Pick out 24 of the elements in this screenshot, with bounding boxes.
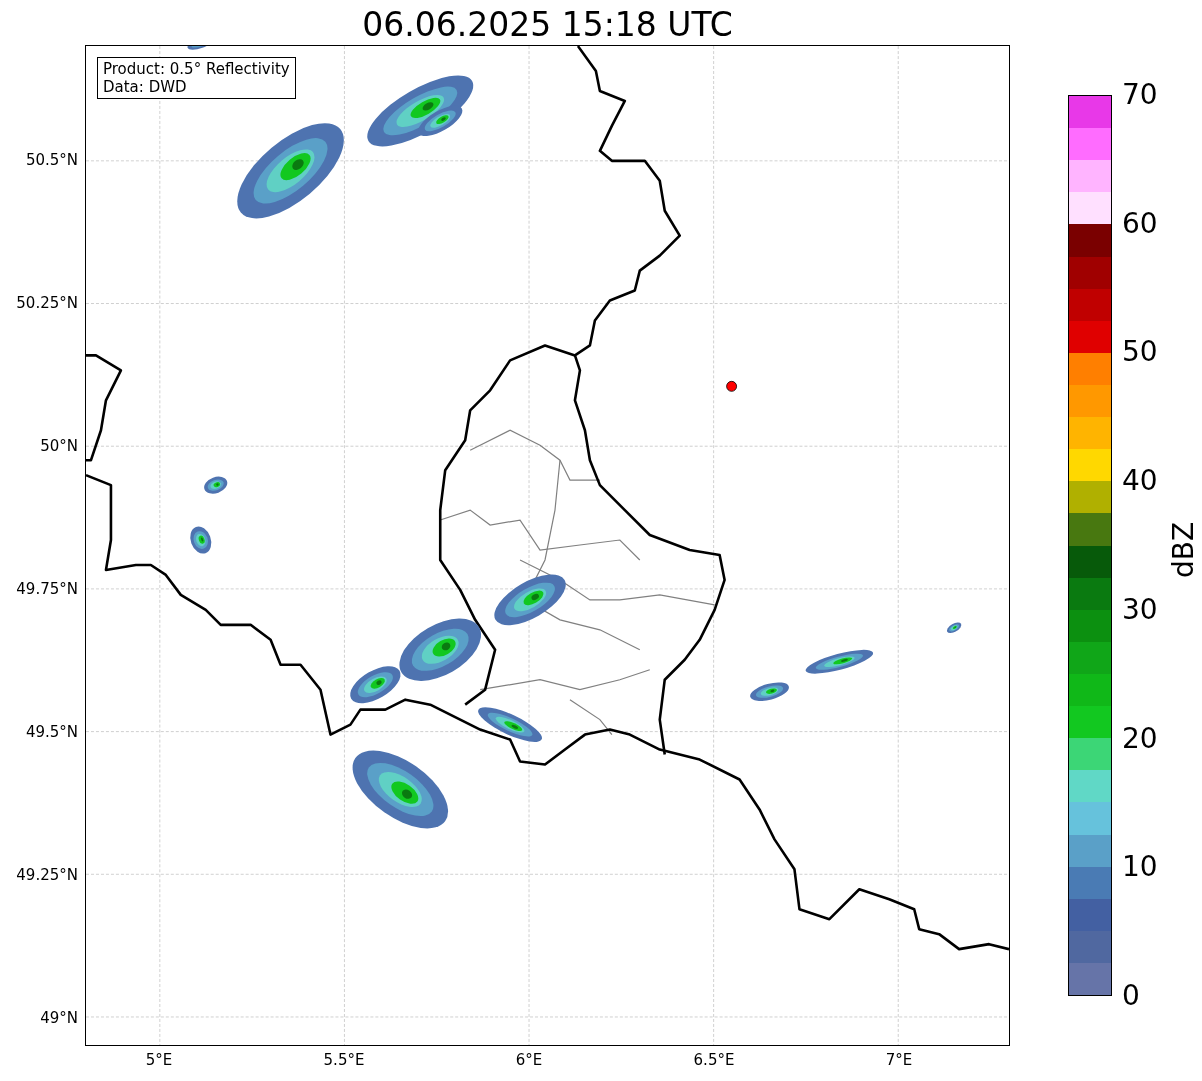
info-text: Data: DWD xyxy=(103,78,188,96)
latitude-label: 49°N xyxy=(40,1009,78,1027)
info-text: Product: 0.5° Reflectivity xyxy=(103,60,290,78)
colorbar-tick-label: 60 xyxy=(1122,207,1158,240)
latitude-label: 49.25°N xyxy=(16,866,78,884)
colorbar-tick-label: 10 xyxy=(1122,851,1158,884)
latitude-label: 50°N xyxy=(40,437,78,455)
colorbar-tick-label: 0 xyxy=(1122,980,1140,1012)
longitude-label: 6.5°E xyxy=(692,1051,736,1069)
colorbar-tick-label: 30 xyxy=(1122,593,1158,626)
colorbar-tick-label: 40 xyxy=(1122,465,1158,498)
colorbar-tick-label: 20 xyxy=(1122,722,1158,755)
latitude-label: 50.5°N xyxy=(25,151,78,169)
longitude-label: 6°E xyxy=(514,1051,544,1069)
colorbar-tick-label: 50 xyxy=(1122,336,1158,369)
longitude-label: 5.5°E xyxy=(322,1051,366,1069)
longitude-label: 5°E xyxy=(144,1051,174,1069)
latitude-label: 49.5°N xyxy=(25,723,78,741)
latitude-label: 49.75°N xyxy=(16,580,78,598)
colorbar-tick-label: 70 xyxy=(1122,79,1158,111)
chart-title: 06.06.2025 15:18 UTC xyxy=(361,4,734,46)
longitude-label: 7°E xyxy=(884,1051,914,1069)
colorbar-label: dBZ xyxy=(1166,520,1201,580)
latitude-label: 50.25°N xyxy=(16,294,78,312)
